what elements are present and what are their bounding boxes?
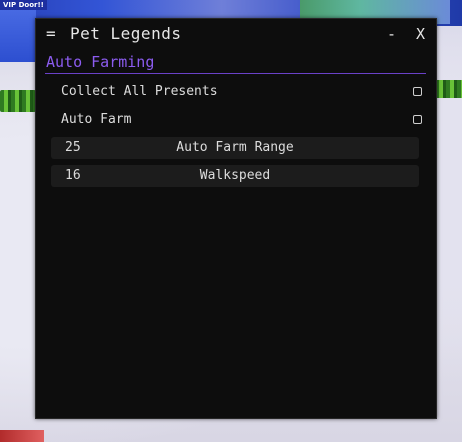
window-header[interactable]: = Pet Legends - X	[36, 19, 436, 49]
slider-auto-farm-range[interactable]: 25 Auto Farm Range	[51, 137, 419, 159]
vip-door-sign: VIP Door!!	[0, 0, 47, 10]
checkbox-icon[interactable]	[413, 115, 422, 124]
toggle-auto-farm[interactable]: Auto Farm	[51, 107, 422, 133]
game-grass-left	[0, 90, 36, 112]
toggle-label: Collect All Presents	[61, 84, 218, 99]
menu-icon[interactable]: =	[46, 24, 56, 44]
section-title: Auto Farming	[46, 53, 155, 71]
slider-label: Auto Farm Range	[176, 140, 294, 155]
toggle-collect-all-presents[interactable]: Collect All Presents	[51, 79, 422, 105]
slider-value: 25	[65, 140, 81, 155]
slider-value: 16	[65, 168, 81, 183]
slider-walkspeed[interactable]: 16 Walkspeed	[51, 165, 419, 187]
section-divider	[45, 73, 426, 74]
slider-label: Walkspeed	[199, 168, 271, 183]
script-hub-window: = Pet Legends - X Auto Farming Collect A…	[35, 18, 437, 419]
minimize-button[interactable]: -	[387, 24, 396, 44]
game-object-bottom	[0, 430, 44, 442]
toggle-label: Auto Farm	[61, 112, 132, 127]
close-button[interactable]: X	[416, 24, 425, 44]
checkbox-icon[interactable]	[413, 87, 422, 96]
window-title: Pet Legends	[70, 24, 182, 43]
game-grass-right	[435, 80, 462, 98]
